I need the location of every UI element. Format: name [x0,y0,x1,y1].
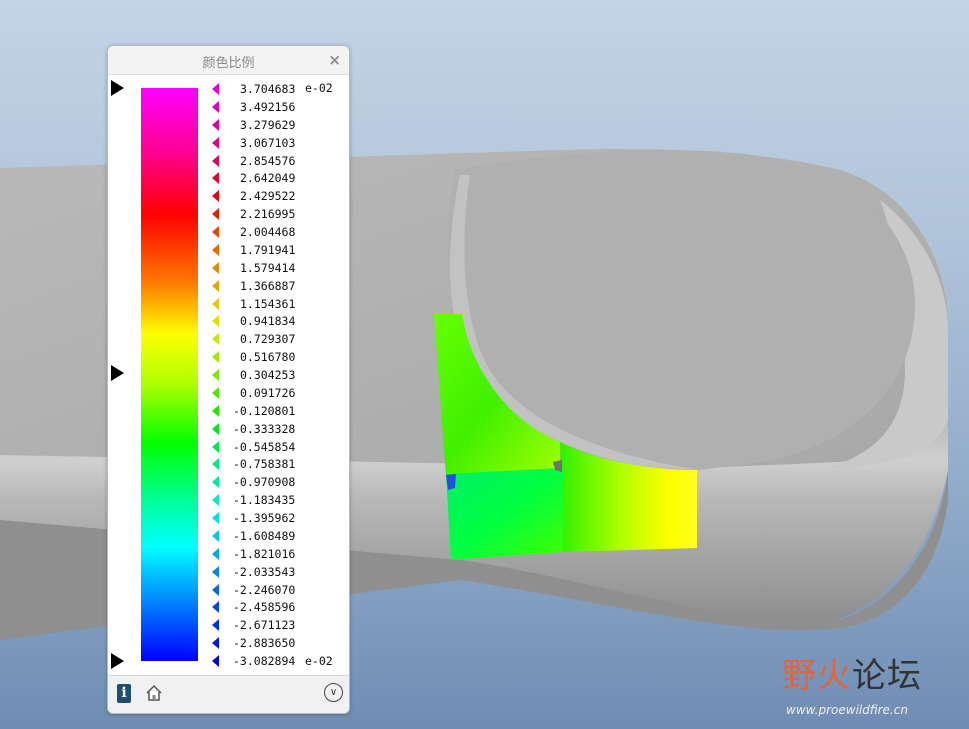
scale-tick [212,422,219,435]
scale-tick [212,655,219,667]
scale-value-label: 3.492156 [240,99,296,114]
scale-tick [212,440,219,453]
info-icon[interactable]: i [117,684,131,703]
scale-value-label: 0.729307 [240,332,296,347]
scale-tick [212,297,219,310]
scale-tick [212,100,219,113]
scale-tick [212,279,219,292]
scale-tick [212,172,219,185]
panel-title: 颜色比例 [202,56,255,71]
scale-value-label: -1.183435 [233,493,296,508]
scale-tick [212,601,219,614]
scale-value-label: 0.516780 [240,350,296,365]
panel-footer: i ∨ [108,675,349,713]
scale-tick [212,369,219,381]
scale-value-label: 2.642049 [240,171,296,186]
lower-limit-pointer[interactable] [111,653,124,669]
watermark-title: 野火论坛 [782,648,922,697]
scale-value-label: 3.279629 [240,117,296,132]
exponent-bottom: e-02 [305,654,333,668]
scale-value-label: 2.004468 [240,225,296,239]
scale-tick [212,118,219,131]
scale-value-label: -2.033543 [233,564,296,579]
scale-value-label: -1.395962 [233,511,296,525]
scale-value-label: 2.429522 [240,189,296,204]
watermark-text-red: 野火 [782,656,852,696]
scale-value-label: -1.821016 [233,546,296,561]
scale-value-label: -0.545854 [233,439,296,454]
color-gradient-bar [141,88,198,661]
scale-value-label: -2.458596 [233,600,296,615]
scale-value-label: 2.216995 [240,207,296,222]
scale-value-label: -0.120801 [233,403,296,418]
scale-tick [212,547,219,560]
upper-limit-pointer[interactable] [111,80,124,96]
scale-value-label: -1.608489 [233,528,296,543]
scale-tick [212,243,219,256]
close-icon[interactable]: × [328,51,341,69]
scale-value-label: 0.941834 [240,314,296,329]
scale-tick [212,565,219,578]
scale-tick [212,261,219,274]
scale-tick [212,83,219,95]
scale-tick [212,619,219,632]
scale-value-label: -2.671123 [233,618,296,633]
scale-tick [212,512,219,524]
scale-tick [212,583,219,596]
color-scale-panel: 颜色比例 × 3.704683 3.492156 3.279629 3.067103 2… [107,45,350,714]
scale-tick [212,315,219,328]
home-icon[interactable] [145,684,163,702]
scale-value-label: -3.082894 [233,654,296,668]
scale-tick [212,637,219,650]
watermark: 野火论坛 www.proewildfire.cn [782,648,962,723]
scale-value-label: -2.246070 [233,582,296,597]
scale-value-label: 2.854576 [240,153,296,168]
scale-tick [212,494,219,507]
scale-tick [212,333,219,346]
scale-tick [212,529,219,542]
scale-value-label: -0.333328 [233,421,296,436]
scale-tick [212,190,219,203]
scale-value-label: 1.154361 [240,296,296,311]
scale-value-label: 0.304253 [240,368,296,382]
scale-tick [212,458,219,471]
scale-tick [212,136,219,149]
scale-value-label: -0.758381 [233,457,296,472]
scale-tick [212,386,219,399]
scale-tick [212,226,219,238]
mid-pointer[interactable] [111,365,124,381]
scale-body: 3.704683 3.492156 3.279629 3.067103 2.854576… [108,75,349,675]
scale-tick [212,154,219,167]
watermark-url: www.proewildfire.cn [786,703,908,717]
scale-value-label: -0.970908 [233,475,296,490]
scale-tick [212,351,219,364]
chevron-down-icon[interactable]: ∨ [324,683,343,702]
watermark-text-dark: 论坛 [852,656,922,696]
scale-tick [212,476,219,489]
scale-value-label: 3.704683 [240,82,296,96]
scale-tick [212,208,219,221]
scale-tick [212,404,219,417]
scale-value-label: 1.579414 [240,260,296,275]
exponent-top: e-02 [305,81,333,95]
scale-value-label: 1.366887 [240,278,296,293]
scale-value-label: 0.091726 [240,385,296,400]
panel-header[interactable]: 颜色比例 × [108,46,349,75]
scale-value-label: 1.791941 [240,242,296,257]
field-region-lower [446,468,563,560]
scale-value-label: 3.067103 [240,135,296,150]
scale-value-label: -2.883650 [233,636,296,651]
